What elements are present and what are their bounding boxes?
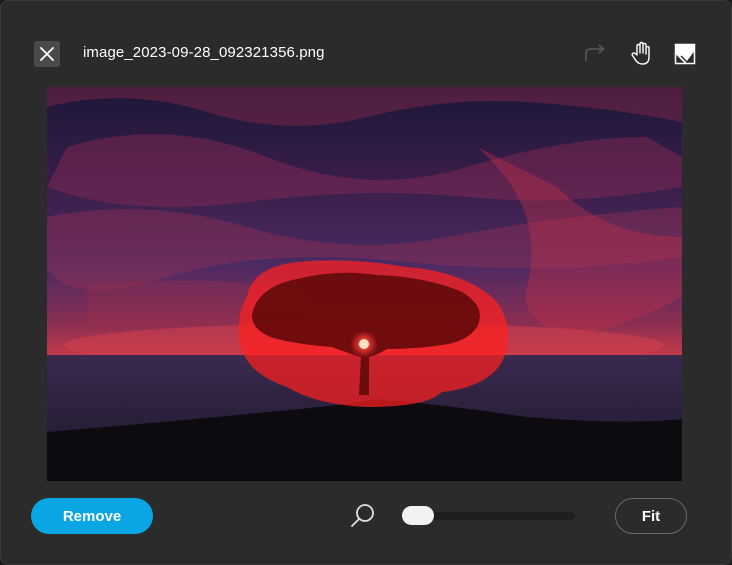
search-icon — [351, 504, 374, 527]
eraser-button[interactable] — [670, 39, 700, 69]
close-icon — [40, 47, 54, 61]
redo-icon — [585, 44, 605, 61]
zoom-button[interactable] — [348, 501, 378, 531]
remove-button[interactable]: Remove — [31, 498, 153, 534]
file-name: image_2023-09-28_092321356.png — [83, 44, 325, 61]
close-button[interactable] — [34, 41, 60, 67]
eraser-icon — [674, 43, 696, 65]
fit-button[interactable]: Fit — [615, 498, 687, 534]
image-editor-dialog: image_2023-09-28_092321356.png Remove Fi… — [0, 0, 732, 565]
photo — [47, 87, 682, 481]
redo-button[interactable] — [580, 39, 610, 69]
image-canvas[interactable] — [47, 87, 682, 481]
hand-icon — [631, 41, 650, 65]
zoom-slider-thumb[interactable] — [402, 506, 434, 525]
pan-button[interactable] — [626, 39, 656, 69]
